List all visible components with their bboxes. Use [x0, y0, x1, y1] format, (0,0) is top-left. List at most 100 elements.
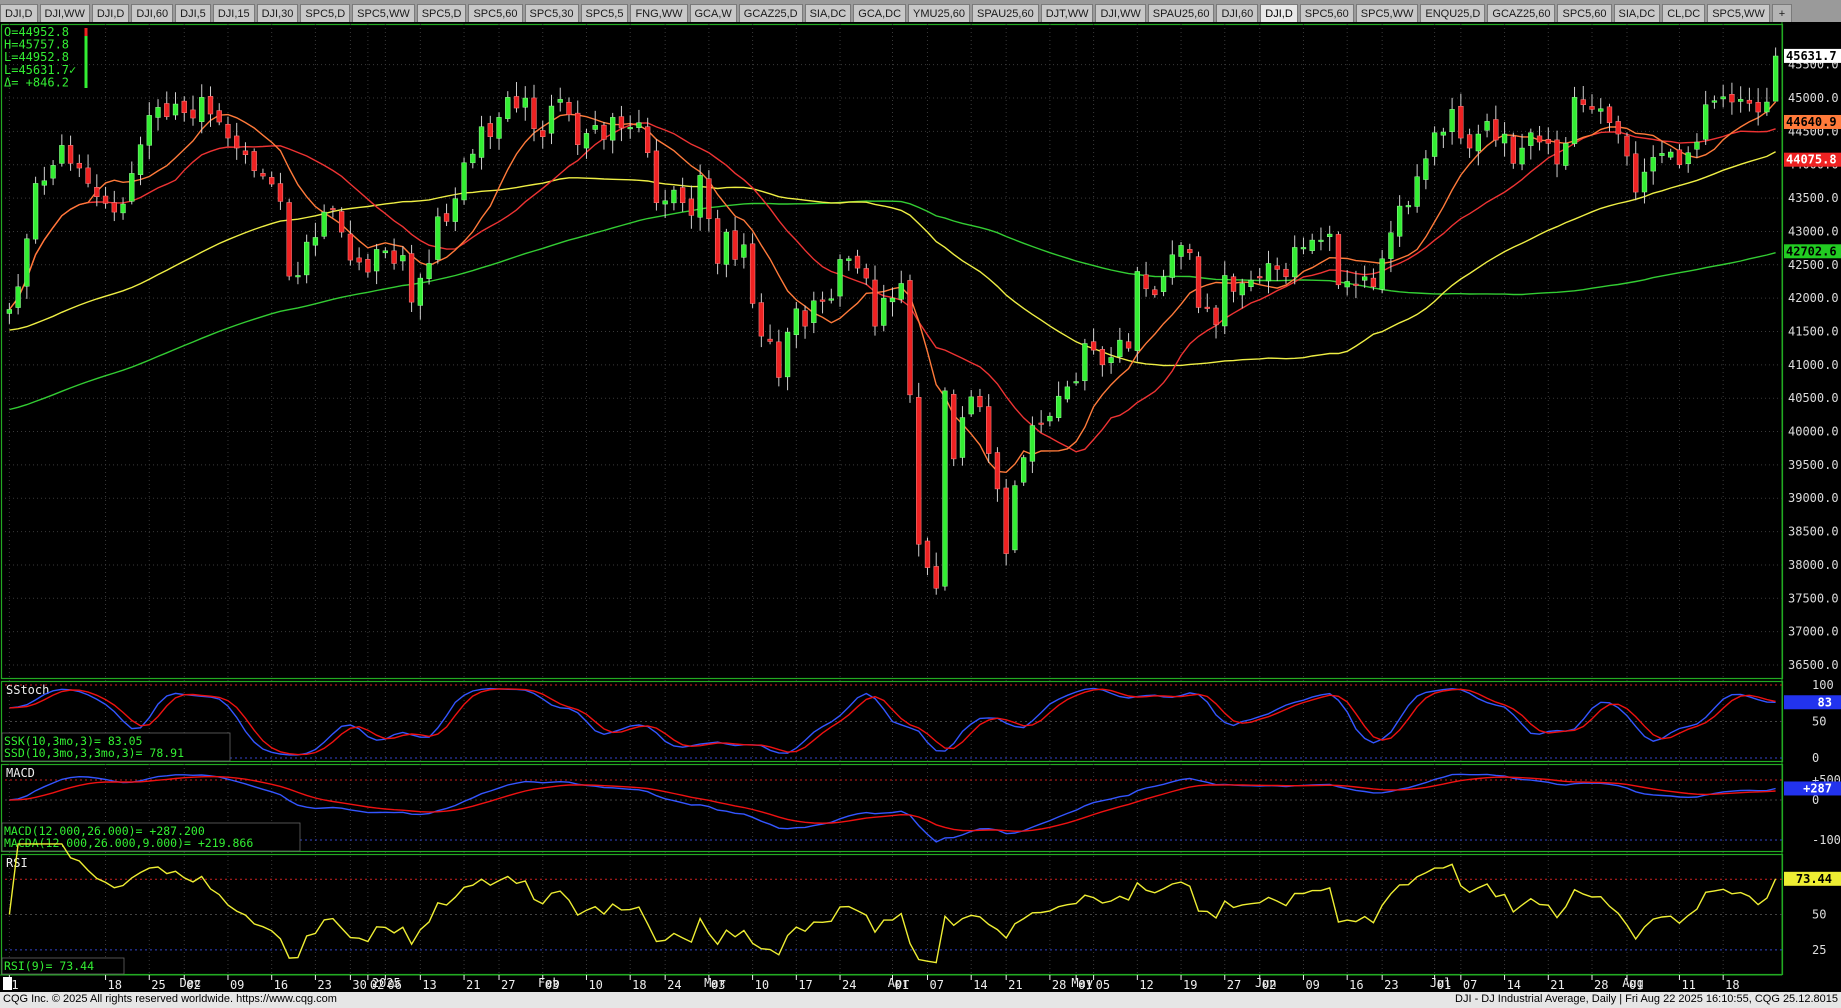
candle-up [828, 298, 834, 301]
tab-spc5-ww[interactable]: SPC5,WW [1355, 4, 1419, 22]
price-chart[interactable]: 45500.045000.044500.044000.043500.043000… [0, 22, 1841, 992]
tab-gca-dc[interactable]: GCA,DC [853, 4, 907, 22]
tab-gcaz25-60[interactable]: GCAZ25,60 [1487, 4, 1556, 22]
tab-enqu25-d[interactable]: ENQU25,D [1420, 4, 1486, 22]
tab-cl-dc[interactable]: CL,DC [1662, 4, 1706, 22]
tab-spc5-ww[interactable]: SPC5,WW [1707, 4, 1770, 22]
candle-down [1230, 276, 1237, 292]
tab-dji-ww[interactable]: DJI,WW [1095, 4, 1146, 22]
candle-up [1405, 205, 1412, 208]
x-axis-day-label: 28 [1052, 978, 1066, 992]
tab-spc5-ww[interactable]: SPC5,WW [352, 4, 415, 22]
tab-dji-5[interactable]: DJI,5 [175, 4, 211, 22]
status-bar: CQG Inc. © 2025 All rights reserved worl… [0, 992, 1841, 1008]
candle-up [1563, 143, 1569, 166]
x-axis-day-label: 18 [1725, 978, 1739, 992]
tab-spc5-d[interactable]: SPC5,D [416, 4, 467, 22]
price-tick-label: 43500.0 [1788, 191, 1839, 205]
price-tick-label: 42000.0 [1788, 291, 1839, 305]
tab-spc5-60[interactable]: SPC5,60 [1557, 4, 1612, 22]
candle-down [776, 341, 782, 378]
price-tag-label: 44640.9 [1786, 115, 1837, 129]
candle-up [32, 183, 39, 240]
candle-up [1668, 151, 1674, 158]
candle-down [1003, 487, 1009, 554]
candle-down [1545, 139, 1551, 144]
price-tag-label: 42702.6 [1786, 244, 1837, 258]
candle-up [1414, 176, 1420, 207]
tab-spc5-30[interactable]: SPC5,30 [524, 4, 579, 22]
candle-down [242, 150, 249, 155]
candle-up [155, 107, 161, 118]
candle-up [1484, 121, 1490, 131]
candle-up [470, 153, 476, 164]
candle-up [1571, 97, 1578, 144]
copyright-text: CQG Inc. © 2025 All rights reserved worl… [3, 993, 337, 1005]
tab-ymu25-60[interactable]: YMU25,60 [908, 4, 971, 22]
tab-spc5-d[interactable]: SPC5,D [300, 4, 351, 22]
tab-dji-d[interactable]: DJI,D [91, 4, 130, 22]
tab-dji-d[interactable]: DJI,D [1260, 4, 1298, 22]
candle-up [1160, 276, 1167, 292]
add-tab-button[interactable]: + [1771, 4, 1793, 22]
candle-down [1143, 274, 1149, 290]
candle-up [1073, 381, 1079, 384]
price-tick-label: 41000.0 [1788, 358, 1839, 372]
candle-down [1125, 341, 1132, 349]
candle-up [1641, 171, 1648, 193]
candle-up [1029, 425, 1036, 462]
indicator-title: MACD [6, 766, 35, 780]
x-axis-day-label: 27 [1227, 978, 1241, 992]
candle-down [67, 145, 74, 164]
candle-up [1117, 339, 1123, 358]
tab-sia-dc[interactable]: SIA,DC [1613, 4, 1661, 22]
candle-up [592, 125, 598, 130]
candle-down [679, 187, 686, 204]
x-axis-day-label: 14 [1507, 978, 1521, 992]
candle-down [767, 338, 773, 342]
x-axis-day-label: 01 [1078, 978, 1092, 992]
tab-spau25-60[interactable]: SPAU25,60 [972, 4, 1039, 22]
candle-up [1764, 101, 1770, 113]
candle-up [1327, 233, 1333, 237]
tab-dji-60[interactable]: DJI,60 [131, 4, 174, 22]
candle-up [1528, 132, 1534, 146]
tab-fng-ww[interactable]: FNG,WW [630, 4, 688, 22]
tab-spau25-60[interactable]: SPAU25,60 [1147, 4, 1215, 22]
candle-up [1379, 258, 1385, 290]
tab-gca-w[interactable]: GCA,W [689, 4, 737, 22]
candle-up [1265, 263, 1272, 282]
tab-gcaz25-d[interactable]: GCAZ25,D [738, 4, 803, 22]
candle-up [846, 258, 852, 261]
candle-down [1510, 136, 1516, 164]
symbol-tab-bar: DJI,D DJI,WW DJI,D DJI,60 DJI,5 DJI,15 DJI,30 S… [0, 0, 1841, 22]
tab-dji-60[interactable]: DJI,60 [1216, 4, 1259, 22]
tab-dji-30[interactable]: DJI,30 [256, 4, 299, 22]
x-axis-day-label: 21 [466, 978, 480, 992]
tab-dji-d[interactable]: DJI,D [0, 4, 38, 22]
tab-sia-dc[interactable]: SIA,DC [804, 4, 852, 22]
candle-up [1318, 239, 1324, 242]
indicator-tick-label: 100 [1812, 678, 1834, 692]
x-axis-day-label: 02 [1262, 978, 1276, 992]
indicator-tick-label: 50 [1812, 715, 1826, 729]
candle-down [1466, 134, 1473, 149]
tab-spc5-60[interactable]: SPC5,60 [1299, 4, 1354, 22]
candle-up [1064, 386, 1071, 400]
candle-up [1737, 99, 1744, 102]
x-axis-day-label: 16 [1349, 978, 1363, 992]
price-tick-label: 40000.0 [1788, 425, 1839, 439]
candle-up [172, 103, 179, 116]
tab-spc5-5[interactable]: SPC5,5 [580, 4, 629, 22]
candle-up [304, 241, 310, 276]
price-tick-label: 36500.0 [1788, 658, 1839, 672]
candle-up [426, 263, 432, 279]
candle-down [1274, 265, 1280, 270]
candle-up [1423, 158, 1429, 180]
tab-spc5-60[interactable]: SPC5,60 [468, 4, 523, 22]
tab-djt-ww[interactable]: DJT,WW [1040, 4, 1094, 22]
x-axis-day-label: 10 [588, 978, 602, 992]
tab-dji-15[interactable]: DJI,15 [212, 4, 255, 22]
candle-down [645, 126, 651, 153]
tab-dji-ww[interactable]: DJI,WW [39, 4, 90, 22]
